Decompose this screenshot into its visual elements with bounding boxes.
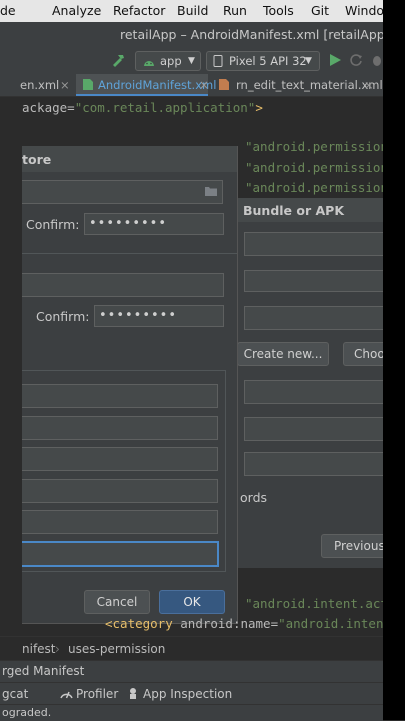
tab-en-xml[interactable]: en.xml × (0, 74, 73, 96)
keystore-path-input[interactable] (22, 180, 223, 204)
tab-merged-manifest[interactable]: rged Manifest (2, 664, 84, 678)
generate-dialog-title: Bundle or APK (243, 203, 345, 218)
phone-icon (213, 55, 223, 67)
code-line: ackage="com.retail.application"> (22, 100, 263, 115)
state-input[interactable] (22, 510, 218, 534)
keystore-path-field[interactable] (244, 232, 385, 256)
keystore-dialog-header: tore (22, 146, 237, 172)
tab-label: en.xml (20, 78, 60, 92)
keystore-dialog-title: tore (22, 152, 52, 167)
run-icon[interactable] (328, 53, 342, 67)
key-password-field[interactable] (244, 380, 385, 404)
close-icon[interactable]: × (60, 74, 70, 96)
tool-logcat[interactable]: gcat (2, 687, 28, 701)
code-line: "android.intent.acti (245, 596, 396, 611)
xml-file-icon (219, 79, 229, 90)
cancel-button[interactable]: Cancel (84, 590, 150, 614)
right-edge-strip (383, 0, 405, 720)
keystore-password-field[interactable] (244, 270, 385, 292)
build-hammer-icon[interactable] (110, 52, 126, 68)
chevron-down-icon: ▼ (188, 56, 195, 66)
tool-app-inspection[interactable]: App Inspection (143, 687, 232, 701)
key-alias-field-2[interactable] (244, 417, 385, 441)
menu-item-run[interactable]: Run (223, 3, 247, 18)
keystore-confirm-password[interactable]: ••••••••• (84, 213, 224, 235)
menu-item-analyze[interactable]: Analyze (52, 3, 101, 18)
city-input[interactable] (22, 479, 218, 503)
editor-tabs: en.xml × AndroidManifest.xml × rn_edit_t… (0, 74, 383, 97)
status-text: ograded. (2, 706, 52, 719)
close-icon[interactable]: × (199, 78, 209, 92)
code-line: "android.permission (245, 180, 388, 195)
menu-item-build[interactable]: Build (177, 3, 208, 18)
org-unit-input[interactable] (22, 416, 218, 440)
menu-bar: de Analyze Refactor Build Run Tools Git … (0, 0, 394, 22)
tool-profiler[interactable]: Profiler (76, 687, 118, 701)
run-config-select[interactable]: app ▼ (135, 51, 201, 71)
menu-item-tools[interactable]: Tools (263, 3, 294, 18)
ok-button[interactable]: OK (159, 590, 225, 614)
status-bar: ograded. (0, 704, 383, 721)
code-line: "android.permission (245, 160, 388, 175)
organization-input[interactable] (22, 447, 218, 471)
window-title: retailApp – AndroidManifest.xml [retailA… (120, 27, 397, 42)
menu-item-code[interactable]: de (0, 3, 16, 18)
device-select[interactable]: Pixel 5 API 32 ▼ (206, 51, 320, 71)
generate-dialog-header: Bundle or APK (237, 198, 383, 222)
divider (22, 253, 237, 254)
key-alias-input[interactable] (22, 273, 224, 297)
key-confirm-password[interactable]: ••••••••• (94, 305, 224, 327)
run-config-label: app (160, 54, 182, 68)
android-icon (144, 61, 154, 66)
chevron-down-icon: ▼ (305, 56, 312, 66)
code-line: <category android:name="android.intent.c… (105, 616, 405, 631)
country-code-input[interactable] (22, 541, 219, 567)
profiler-icon (60, 691, 73, 699)
chevron-right-icon: › (55, 642, 60, 656)
key-alias-field[interactable] (244, 306, 385, 330)
tab-edit-text-material[interactable]: rn_edit_text_material.xml × (214, 74, 383, 96)
breadcrumb: nifest › uses-permission (0, 636, 383, 661)
title-bar: retailApp – AndroidManifest.xml [retailA… (0, 22, 396, 48)
create-new-button[interactable]: Create new... (237, 342, 329, 366)
tab-label: rn_edit_text_material.xml (236, 78, 383, 92)
manifest-file-icon (83, 79, 93, 90)
remember-passwords-label: ords (240, 490, 268, 505)
first-last-name-input[interactable] (22, 384, 218, 408)
breadcrumb-uses-permission[interactable]: uses-permission (68, 642, 165, 656)
tool-window-bar: gcat Profiler App Inspection (0, 682, 383, 705)
rerun-icon[interactable] (349, 53, 363, 67)
folder-icon[interactable] (204, 185, 218, 197)
breadcrumb-manifest[interactable]: nifest (22, 642, 56, 656)
toolbar: app ▼ Pixel 5 API 32 ▼ (0, 48, 383, 75)
confirm-label: Confirm: (36, 309, 90, 324)
confirm-label: Confirm: (26, 217, 80, 232)
close-icon[interactable]: × (364, 74, 374, 96)
debug-icon[interactable] (370, 53, 383, 67)
device-label: Pixel 5 API 32 (229, 54, 307, 68)
menu-item-git[interactable]: Git (311, 3, 329, 18)
tab-android-manifest[interactable]: AndroidManifest.xml (76, 74, 216, 96)
menu-item-refactor[interactable]: Refactor (113, 3, 165, 18)
manifest-view-tabs: rged Manifest (0, 660, 383, 683)
key-password-field-2[interactable] (244, 452, 385, 476)
code-line: "android.permission (245, 139, 388, 154)
app-inspection-icon (130, 688, 136, 699)
